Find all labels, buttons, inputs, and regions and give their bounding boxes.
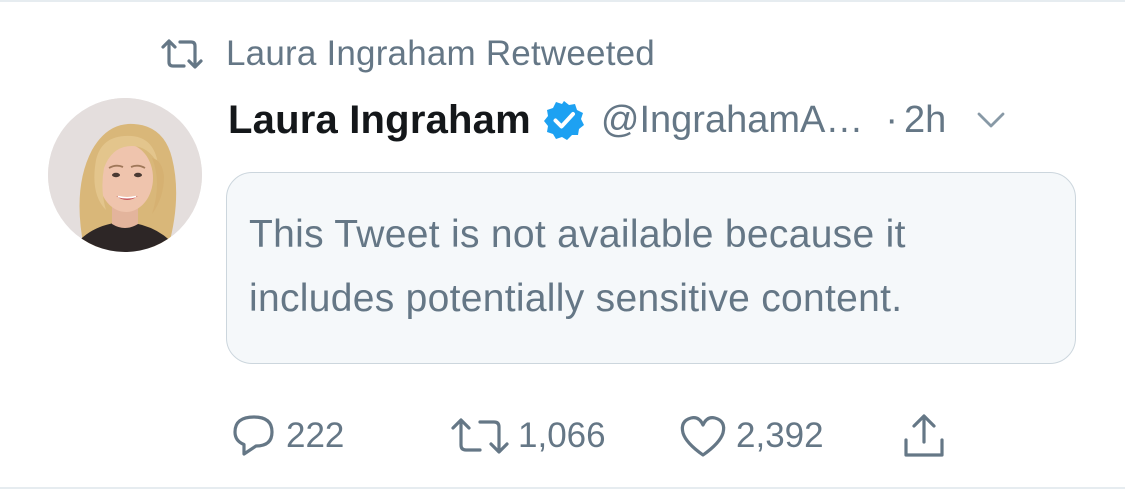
verified-badge-icon bbox=[543, 99, 585, 141]
sensitive-content-notice[interactable]: This Tweet is not available because it i… bbox=[226, 172, 1076, 364]
retweet-count: 1,066 bbox=[518, 416, 606, 455]
author-handle[interactable]: @IngrahamA… bbox=[601, 99, 863, 142]
notice-text: This Tweet is not available because it i… bbox=[249, 213, 906, 320]
retweet-button[interactable]: 1,066 bbox=[450, 412, 606, 460]
author-display-name[interactable]: Laura Ingraham bbox=[228, 98, 531, 143]
tweet-header: Laura Ingraham @IngrahamA… · 2h bbox=[228, 94, 1088, 146]
like-count: 2,392 bbox=[736, 416, 824, 455]
like-button[interactable]: 2,392 bbox=[678, 412, 824, 460]
tweet-timestamp[interactable]: 2h bbox=[904, 99, 946, 142]
heart-icon bbox=[680, 416, 726, 457]
reply-button[interactable]: 222 bbox=[230, 412, 344, 460]
tweet[interactable]: Laura Ingraham Retweeted Laura Ingraham … bbox=[0, 0, 1125, 489]
retweet-context-label: Laura Ingraham Retweeted bbox=[226, 34, 655, 73]
retweet-context: Laura Ingraham Retweeted bbox=[160, 34, 655, 74]
share-button[interactable] bbox=[900, 412, 948, 460]
chevron-down-icon[interactable] bbox=[976, 110, 1006, 130]
share-icon bbox=[904, 414, 944, 457]
header-separator: · bbox=[885, 98, 899, 141]
reply-count: 222 bbox=[286, 416, 345, 455]
retweet-icon bbox=[451, 418, 509, 454]
reply-icon bbox=[233, 415, 274, 456]
tweet-action-bar: 222 1,066 2,392 bbox=[228, 412, 988, 460]
avatar[interactable] bbox=[48, 98, 202, 252]
retweet-icon bbox=[160, 38, 204, 70]
